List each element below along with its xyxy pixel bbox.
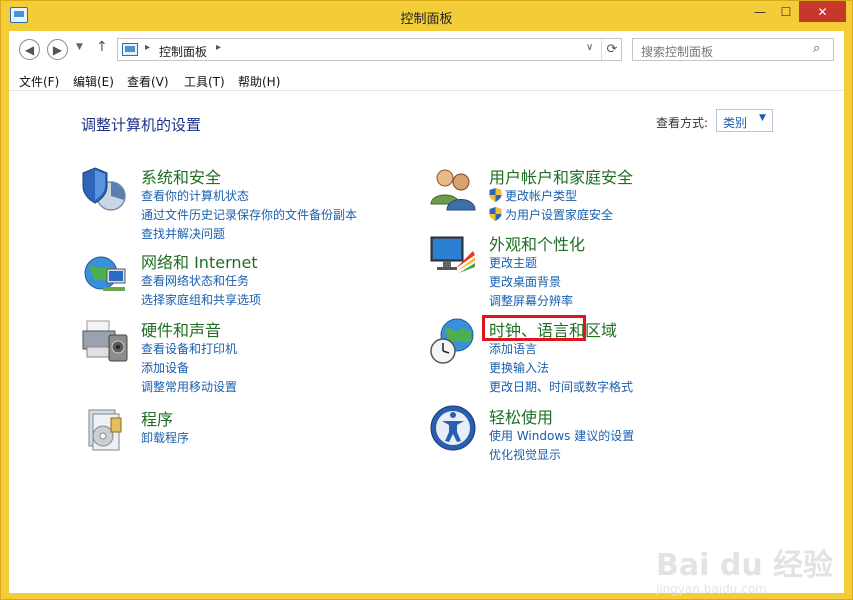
category-link[interactable]: 查看网络状态和任务 — [141, 272, 249, 289]
category-title[interactable]: 外观和个性化 — [489, 231, 585, 255]
ease-of-access-icon[interactable] — [429, 404, 477, 452]
search-input[interactable]: 搜索控制面板 ⌕ — [632, 38, 834, 61]
maximize-button[interactable]: ☐ — [773, 1, 799, 22]
menu-file[interactable]: 文件(F) — [19, 73, 59, 90]
recent-locations-icon[interactable]: ▼ — [76, 42, 83, 52]
baidu-watermark-logo: Bai du 经验 — [656, 548, 834, 583]
category-network-internet: 网络和 Internet 查看网络状态和任务 选择家庭组和共享选项 — [81, 249, 381, 309]
category-hardware-sound: 硬件和声音 查看设备和打印机 添加设备 调整常用移动设置 — [81, 317, 381, 397]
category-title[interactable]: 轻松使用 — [489, 404, 553, 428]
uac-shield-icon — [489, 188, 502, 202]
category-link[interactable]: 调整常用移动设置 — [141, 378, 237, 395]
menu-bar: 文件(F) 编辑(E) 查看(V) 工具(T) 帮助(H) — [9, 67, 844, 91]
clock-globe-icon[interactable] — [429, 317, 477, 365]
navigation-bar: ◀ ▶ ▼ ↑ ▸ 控制面板 ▸ ∨ ⟳ 搜索控制面板 ⌕ — [9, 31, 844, 67]
category-ease-of-access: 轻松使用 使用 Windows 建议的设置 优化视觉显示 — [429, 404, 729, 464]
category-link-label: 更改帐户类型 — [505, 189, 578, 203]
shield-icon[interactable] — [81, 164, 129, 212]
main-content: 调整计算机的设置 查看方式: 类别 ▼ 系统和安全 查看你的计算机状态 通过文件… — [9, 92, 844, 596]
users-icon[interactable] — [429, 164, 477, 212]
category-link-shielded[interactable]: 更改帐户类型 — [489, 187, 577, 204]
category-system-security: 系统和安全 查看你的计算机状态 通过文件历史记录保存你的文件备份副本 查找并解决… — [81, 164, 381, 241]
printer-icon[interactable] — [81, 317, 129, 365]
category-title[interactable]: 时钟、语言和区域 — [489, 317, 617, 341]
chevron-down-icon: ▼ — [759, 113, 766, 123]
search-placeholder: 搜索控制面板 — [641, 45, 714, 59]
control-panel-icon — [122, 43, 138, 56]
category-link[interactable]: 选择家庭组和共享选项 — [141, 291, 261, 308]
category-link[interactable]: 添加语言 — [489, 340, 537, 357]
client-area: ◀ ▶ ▼ ↑ ▸ 控制面板 ▸ ∨ ⟳ 搜索控制面板 ⌕ 文件(F) 编辑(E… — [9, 31, 844, 596]
view-by-value: 类别 — [723, 116, 748, 130]
close-button[interactable]: ✕ — [799, 1, 846, 22]
category-link-shielded[interactable]: 为用户设置家庭安全 — [489, 206, 613, 223]
category-link-label: 为用户设置家庭安全 — [505, 208, 614, 222]
address-dropdown-icon[interactable]: ∨ — [586, 42, 593, 53]
category-appearance: 外观和个性化 更改主题 更改桌面背景 调整屏幕分辨率 — [429, 231, 729, 311]
menu-tools[interactable]: 工具(T) — [184, 73, 225, 90]
category-title[interactable]: 硬件和声音 — [141, 317, 221, 341]
category-link[interactable]: 添加设备 — [141, 359, 189, 376]
category-link[interactable]: 卸载程序 — [141, 429, 189, 446]
uac-shield-icon — [489, 207, 502, 221]
minimize-button[interactable]: — — [747, 1, 773, 22]
baidu-watermark-url: jingyan.baidu.com — [656, 582, 767, 596]
category-link-screen-resolution[interactable]: 调整屏幕分辨率 — [489, 292, 573, 309]
control-panel-window: 控制面板 — ☐ ✕ ◀ ▶ ▼ ↑ ▸ 控制面板 ▸ ∨ ⟳ 搜索控制面板 ⌕… — [0, 0, 853, 600]
programs-icon[interactable] — [81, 406, 129, 454]
category-link[interactable]: 查看你的计算机状态 — [141, 187, 249, 204]
category-clock-language-region: 时钟、语言和区域 添加语言 更换输入法 更改日期、时间或数字格式 — [429, 317, 729, 397]
category-link[interactable]: 优化视觉显示 — [489, 446, 561, 463]
menu-edit[interactable]: 编辑(E) — [73, 73, 114, 90]
breadcrumb-separator-icon[interactable]: ▸ — [145, 42, 150, 53]
category-title[interactable]: 系统和安全 — [141, 164, 221, 188]
category-title[interactable]: 程序 — [141, 406, 173, 430]
category-programs: 程序 卸载程序 — [81, 406, 381, 456]
category-link[interactable]: 使用 Windows 建议的设置 — [489, 427, 634, 444]
category-link[interactable]: 通过文件历史记录保存你的文件备份副本 — [141, 206, 357, 223]
category-title[interactable]: 网络和 Internet — [141, 249, 258, 273]
address-bar[interactable]: ▸ 控制面板 ▸ ∨ ⟳ — [117, 38, 622, 61]
category-link[interactable]: 更改日期、时间或数字格式 — [489, 378, 633, 395]
view-by-label: 查看方式: — [656, 116, 709, 130]
appearance-monitor-icon[interactable] — [429, 231, 477, 279]
title-bar[interactable]: 控制面板 — ☐ ✕ — [1, 1, 852, 31]
search-icon[interactable]: ⌕ — [813, 41, 820, 56]
category-user-accounts: 用户帐户和家庭安全 更改帐户类型 为用户设置家庭安全 — [429, 164, 729, 224]
window-title: 控制面板 — [400, 12, 453, 27]
menu-view[interactable]: 查看(V) — [127, 73, 169, 90]
category-link[interactable]: 查看设备和打印机 — [141, 340, 237, 357]
category-title[interactable]: 用户帐户和家庭安全 — [489, 164, 633, 188]
category-link[interactable]: 更改主题 — [489, 254, 537, 271]
category-link[interactable]: 更改桌面背景 — [489, 273, 561, 290]
category-link[interactable]: 更换输入法 — [489, 359, 549, 376]
view-by-select[interactable]: 类别 ▼ — [716, 109, 773, 132]
menu-help[interactable]: 帮助(H) — [238, 73, 280, 90]
forward-button[interactable]: ▶ — [47, 39, 68, 60]
network-globe-icon[interactable] — [81, 249, 129, 297]
refresh-icon[interactable]: ⟳ — [601, 39, 622, 60]
breadcrumb-control-panel[interactable]: 控制面板 — [159, 43, 207, 60]
back-button[interactable]: ◀ — [19, 39, 40, 60]
category-link[interactable]: 查找并解决问题 — [141, 225, 225, 242]
breadcrumb-separator-icon[interactable]: ▸ — [216, 42, 221, 53]
up-arrow-icon[interactable]: ↑ — [96, 39, 108, 55]
page-title: 调整计算机的设置 — [81, 116, 202, 134]
